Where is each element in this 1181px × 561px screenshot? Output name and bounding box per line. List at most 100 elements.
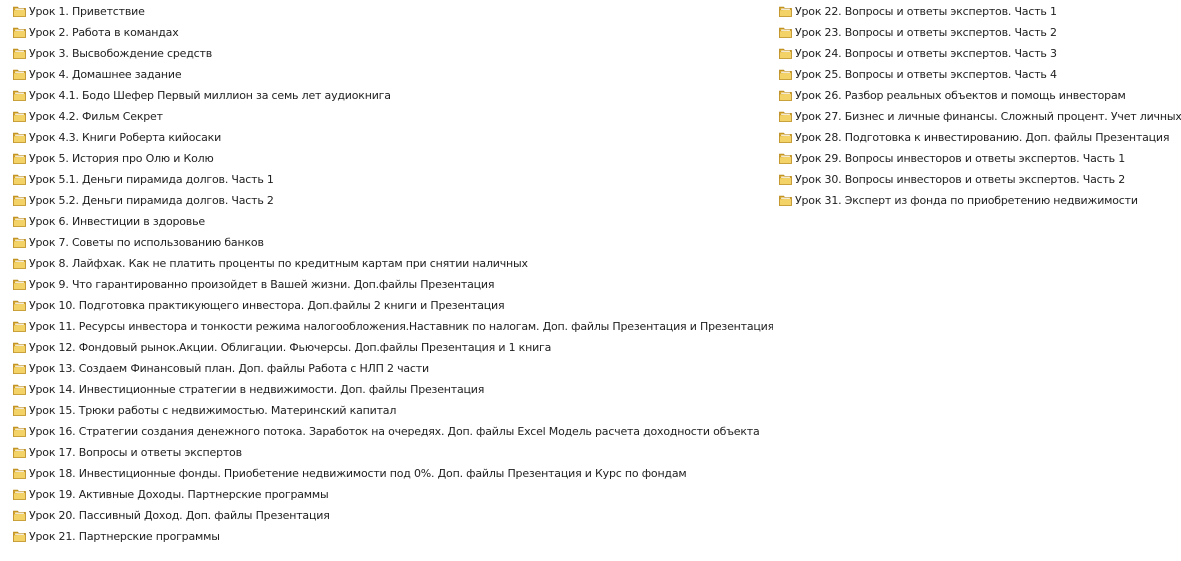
folder-icon — [13, 509, 26, 522]
folder-label: Урок 9. Что гарантированно произойдет в … — [29, 277, 495, 291]
folder-item[interactable]: Урок 21. Партнерские программы — [13, 526, 773, 547]
folder-label: Урок 24. Вопросы и ответы экспертов. Час… — [795, 46, 1057, 60]
folder-item[interactable]: Урок 25. Вопросы и ответы экспертов. Час… — [779, 64, 1181, 85]
folder-label: Урок 12. Фондовый рынок.Акции. Облигации… — [29, 340, 552, 354]
folder-icon — [13, 236, 26, 249]
folder-icon — [13, 320, 26, 333]
folder-item[interactable]: Урок 5.1. Деньги пирамида долгов. Часть … — [13, 169, 773, 190]
folder-item[interactable]: Урок 16. Стратегии создания денежного по… — [13, 421, 773, 442]
folder-item[interactable]: Урок 29. Вопросы инвесторов и ответы экс… — [779, 148, 1181, 169]
folder-icon — [13, 5, 26, 18]
folder-item[interactable]: Урок 17. Вопросы и ответы экспертов — [13, 442, 773, 463]
folder-label: Урок 13. Создаем Финансовый план. Доп. ф… — [29, 361, 429, 375]
folder-label: Урок 28. Подготовка к инвестированию. До… — [795, 130, 1170, 144]
folder-label: Урок 27. Бизнес и личные финансы. Сложны… — [795, 109, 1181, 123]
folder-icon — [13, 68, 26, 81]
folder-label: Урок 21. Партнерские программы — [29, 529, 220, 543]
folder-icon — [779, 152, 792, 165]
folder-item[interactable]: Урок 26. Разбор реальных объектов и помо… — [779, 85, 1181, 106]
folder-label: Урок 10. Подготовка практикующего инвест… — [29, 298, 505, 312]
folder-icon — [13, 257, 26, 270]
folder-icon — [779, 26, 792, 39]
folder-item[interactable]: Урок 10. Подготовка практикующего инвест… — [13, 295, 773, 316]
folder-icon — [13, 89, 26, 102]
folder-item[interactable]: Урок 9. Что гарантированно произойдет в … — [13, 274, 773, 295]
folder-item[interactable]: Урок 4. Домашнее задание — [13, 64, 773, 85]
folder-item[interactable]: Урок 20. Пассивный Доход. Доп. файлы Пре… — [13, 505, 773, 526]
folder-item[interactable]: Урок 13. Создаем Финансовый план. Доп. ф… — [13, 358, 773, 379]
folder-icon — [779, 47, 792, 60]
folder-icon — [13, 47, 26, 60]
folder-label: Урок 6. Инвестиции в здоровье — [29, 214, 205, 228]
folder-label: Урок 25. Вопросы и ответы экспертов. Час… — [795, 67, 1057, 81]
folder-icon — [13, 467, 26, 480]
folder-icon — [13, 425, 26, 438]
folder-item[interactable]: Урок 8. Лайфхак. Как не платить проценты… — [13, 253, 773, 274]
folder-label: Урок 4. Домашнее задание — [29, 67, 182, 81]
folder-column-left: Урок 1. Приветствие Урок 2. Работа в ком… — [13, 1, 773, 547]
folder-icon — [13, 383, 26, 396]
folder-label: Урок 5.2. Деньги пирамида долгов. Часть … — [29, 193, 274, 207]
folder-label: Урок 17. Вопросы и ответы экспертов — [29, 445, 242, 459]
folder-label: Урок 19. Активные Доходы. Партнерские пр… — [29, 487, 329, 501]
folder-item[interactable]: Урок 28. Подготовка к инвестированию. До… — [779, 127, 1181, 148]
folder-item[interactable]: Урок 3. Высвобождение средств — [13, 43, 773, 64]
folder-item[interactable]: Урок 2. Работа в командах — [13, 22, 773, 43]
folder-icon — [13, 173, 26, 186]
folder-icon — [779, 5, 792, 18]
folder-item[interactable]: Урок 5.2. Деньги пирамида долгов. Часть … — [13, 190, 773, 211]
folder-item[interactable]: Урок 15. Трюки работы с недвижимостью. М… — [13, 400, 773, 421]
folder-label: Урок 4.1. Бодо Шефер Первый миллион за с… — [29, 88, 391, 102]
folder-item[interactable]: Урок 4.3. Книги Роберта кийосаки — [13, 127, 773, 148]
folder-icon — [779, 131, 792, 144]
folder-icon — [13, 530, 26, 543]
folder-label: Урок 22. Вопросы и ответы экспертов. Час… — [795, 4, 1057, 18]
folder-label: Урок 20. Пассивный Доход. Доп. файлы Пре… — [29, 508, 330, 522]
folder-item[interactable]: Урок 11. Ресурсы инвестора и тонкости ре… — [13, 316, 773, 337]
folder-icon — [13, 131, 26, 144]
folder-label: Урок 3. Высвобождение средств — [29, 46, 212, 60]
folder-item[interactable]: Урок 30. Вопросы инвесторов и ответы экс… — [779, 169, 1181, 190]
folder-label: Урок 1. Приветствие — [29, 4, 145, 18]
folder-icon — [779, 89, 792, 102]
folder-item[interactable]: Урок 24. Вопросы и ответы экспертов. Час… — [779, 43, 1181, 64]
folder-item[interactable]: Урок 4.1. Бодо Шефер Первый миллион за с… — [13, 85, 773, 106]
folder-label: Урок 18. Инвестиционные фонды. Приобетен… — [29, 466, 687, 480]
folder-label: Урок 11. Ресурсы инвестора и тонкости ре… — [29, 319, 773, 333]
folder-icon — [13, 299, 26, 312]
folder-item[interactable]: Урок 22. Вопросы и ответы экспертов. Час… — [779, 1, 1181, 22]
folder-item[interactable]: Урок 27. Бизнес и личные финансы. Сложны… — [779, 106, 1181, 127]
folder-item[interactable]: Урок 7. Советы по использованию банков — [13, 232, 773, 253]
folder-label: Урок 26. Разбор реальных объектов и помо… — [795, 88, 1126, 102]
folder-item[interactable]: Урок 4.2. Фильм Секрет — [13, 106, 773, 127]
folder-icon — [13, 404, 26, 417]
folder-label: Урок 2. Работа в командах — [29, 25, 179, 39]
folder-label: Урок 14. Инвестиционные стратегии в недв… — [29, 382, 485, 396]
folder-label: Урок 30. Вопросы инвесторов и ответы экс… — [795, 172, 1126, 186]
folder-item[interactable]: Урок 18. Инвестиционные фонды. Приобетен… — [13, 463, 773, 484]
folder-icon — [13, 488, 26, 501]
folder-item[interactable]: Урок 23. Вопросы и ответы экспертов. Час… — [779, 22, 1181, 43]
folder-icon — [779, 194, 792, 207]
folder-icon — [13, 278, 26, 291]
folder-label: Урок 29. Вопросы инвесторов и ответы экс… — [795, 151, 1126, 165]
folder-icon — [13, 26, 26, 39]
folder-label: Урок 23. Вопросы и ответы экспертов. Час… — [795, 25, 1057, 39]
folder-item[interactable]: Урок 1. Приветствие — [13, 1, 773, 22]
folder-icon — [13, 341, 26, 354]
folder-icon — [13, 152, 26, 165]
folder-item[interactable]: Урок 19. Активные Доходы. Партнерские пр… — [13, 484, 773, 505]
folder-icon — [779, 173, 792, 186]
folder-label: Урок 7. Советы по использованию банков — [29, 235, 264, 249]
folder-item[interactable]: Урок 31. Эксперт из фонда по приобретени… — [779, 190, 1181, 211]
folder-list-view: Урок 1. Приветствие Урок 2. Работа в ком… — [0, 0, 1181, 561]
folder-item[interactable]: Урок 6. Инвестиции в здоровье — [13, 211, 773, 232]
folder-label: Урок 4.3. Книги Роберта кийосаки — [29, 130, 222, 144]
folder-label: Урок 5.1. Деньги пирамида долгов. Часть … — [29, 172, 274, 186]
folder-item[interactable]: Урок 14. Инвестиционные стратегии в недв… — [13, 379, 773, 400]
folder-label: Урок 15. Трюки работы с недвижимостью. М… — [29, 403, 397, 417]
folder-icon — [13, 215, 26, 228]
folder-item[interactable]: Урок 12. Фондовый рынок.Акции. Облигации… — [13, 337, 773, 358]
folder-item[interactable]: Урок 5. История про Олю и Колю — [13, 148, 773, 169]
folder-label: Урок 5. История про Олю и Колю — [29, 151, 214, 165]
